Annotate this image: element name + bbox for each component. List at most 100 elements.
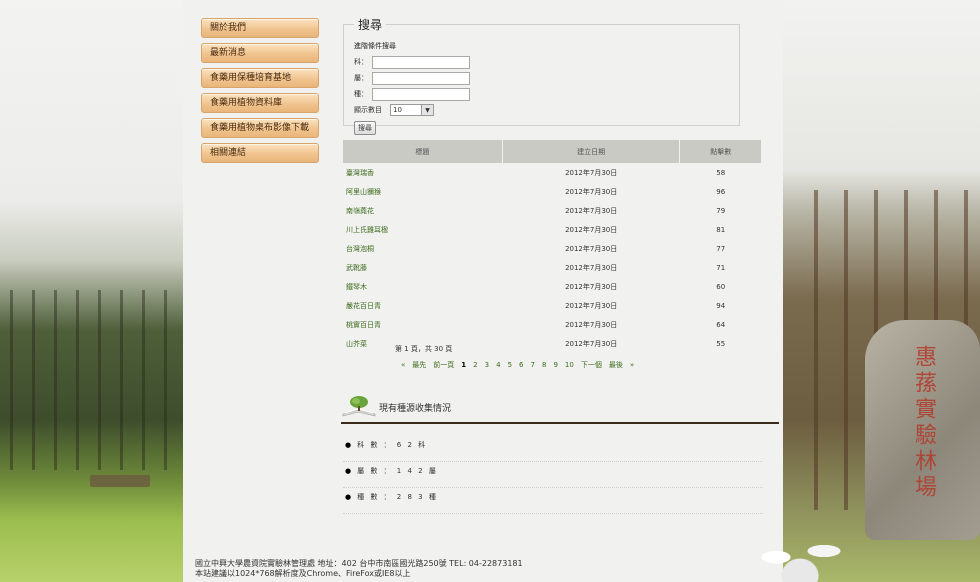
pager-page-8[interactable]: 8 — [542, 361, 546, 369]
pager-page-9[interactable]: 9 — [553, 361, 557, 369]
collection-species-count: 種 數 ： 2 8 3 種 — [357, 493, 438, 501]
row-title-link[interactable]: 鐵琴木 — [344, 283, 367, 291]
row-hits: 96 — [716, 187, 726, 196]
genus-row: 屬： — [354, 70, 729, 86]
book-tree-icon — [342, 396, 376, 417]
pager-page-4[interactable]: 4 — [496, 361, 500, 369]
bullet-icon: ● — [345, 493, 354, 501]
background-flowers — [740, 520, 860, 582]
row-date: 2012年7月30日 — [565, 301, 618, 310]
pager-page-10[interactable]: 10 — [565, 361, 574, 369]
sidebar-item-breeding-base[interactable]: 食藥用保種培育基地 — [201, 68, 319, 88]
row-hits: 94 — [716, 301, 726, 310]
pager-info: 第 1 頁，共 30 頁 — [395, 345, 453, 353]
count-select[interactable]: 10 ▼ — [390, 104, 434, 116]
row-date: 2012年7月30日 — [565, 244, 618, 253]
table-header-row: 標題 建立日期 點擊數 — [343, 140, 762, 163]
row-date: 2012年7月30日 — [565, 263, 618, 272]
advanced-search-title: 進階條件搜尋 — [354, 42, 396, 50]
table-row: 鐵琴木 2012年7月30日 60 — [343, 277, 762, 296]
count-row: 顯示數目 10 ▼ — [354, 102, 729, 118]
species-label: 種： — [354, 90, 368, 98]
column-header-date[interactable]: 建立日期 — [502, 140, 681, 163]
row-date: 2012年7月30日 — [565, 225, 618, 234]
pager-next[interactable]: 下一個 — [581, 360, 602, 370]
row-title-link[interactable]: 臺灣瑞香 — [344, 169, 374, 177]
sidebar-item-news[interactable]: 最新消息 — [201, 43, 319, 63]
footer-address: 國立中興大學農資院實驗林管理處 地址：402 台中市南區國光路250號 TEL:… — [195, 559, 523, 568]
genus-label: 屬： — [354, 74, 368, 82]
row-title-link[interactable]: 阿里山獼猴 — [344, 188, 381, 196]
pagination: « 最先 前一頁 1 2 3 4 5 6 7 8 9 10 下一個 最後 » — [401, 360, 634, 370]
row-date: 2012年7月30日 — [565, 206, 618, 215]
search-button[interactable]: 搜尋 — [354, 121, 376, 135]
results-table: 標題 建立日期 點擊數 臺灣瑞香 2012年7月30日 58 阿里山獼猴 2012年7… — [343, 140, 762, 353]
footer: 國立中興大學農資院實驗林管理處 地址：402 台中市南區國光路250號 TEL:… — [195, 559, 523, 579]
pager-page-7[interactable]: 7 — [531, 361, 535, 369]
pager-last[interactable]: 最後 — [609, 360, 623, 370]
background-bench — [90, 475, 150, 487]
list-item: ● 種 數 ： 2 8 3 種 — [343, 488, 763, 514]
content-column: 關於我們 最新消息 食藥用保種培育基地 食藥用植物資料庫 食藥用植物桌布影像下載… — [183, 0, 783, 582]
pager-page-5[interactable]: 5 — [508, 361, 512, 369]
pager-page-1: 1 — [461, 361, 467, 369]
table-row: 川上氏雞耳楹 2012年7月30日 81 — [343, 220, 762, 239]
table-row: 武靴藤 2012年7月30日 71 — [343, 258, 762, 277]
collection-header: 現有種源收集情況 — [341, 392, 779, 424]
row-hits: 81 — [716, 225, 726, 234]
row-date: 2012年7月30日 — [565, 282, 618, 291]
search-panel: 搜尋 進階條件搜尋 科： 屬： 種： 顯示數目 10 ▼ 搜尋 — [343, 16, 740, 135]
row-date: 2012年7月30日 — [565, 168, 618, 177]
list-item: ● 屬 數 ： 1 4 2 屬 — [343, 462, 763, 488]
row-hits: 64 — [716, 320, 726, 329]
row-hits: 71 — [716, 263, 726, 272]
footer-browser-note: 本站建議以1024*768解析度及Chrome、FireFox或IE8以上 — [195, 569, 411, 578]
row-hits: 58 — [716, 168, 726, 177]
species-input[interactable] — [372, 87, 470, 101]
table-row: 台灣泡桐 2012年7月30日 77 — [343, 239, 762, 258]
row-title-link[interactable]: 川上氏雞耳楹 — [344, 226, 388, 234]
sidebar-nav: 關於我們 最新消息 食藥用保種培育基地 食藥用植物資料庫 食藥用植物桌布影像下載… — [201, 18, 319, 168]
count-select-value: 10 — [393, 106, 402, 114]
column-header-title[interactable]: 標題 — [343, 140, 503, 163]
genus-input[interactable] — [372, 71, 470, 85]
sidebar-item-wallpaper-download[interactable]: 食藥用植物桌布影像下載 — [201, 118, 319, 138]
row-date: 2012年7月30日 — [565, 187, 618, 196]
collection-title: 現有種源收集情況 — [379, 404, 452, 414]
row-date: 2012年7月30日 — [565, 339, 618, 348]
background-trees-left — [0, 290, 183, 470]
row-title-link[interactable]: 武靴藤 — [344, 264, 367, 272]
collection-genus-count: 屬 數 ： 1 4 2 屬 — [357, 467, 438, 475]
bullet-icon: ● — [345, 441, 354, 449]
pager-page-6[interactable]: 6 — [519, 361, 523, 369]
pager-page-3[interactable]: 3 — [485, 361, 489, 369]
pager-first-arrow[interactable]: « — [401, 361, 405, 369]
family-input[interactable] — [372, 55, 470, 69]
collection-list: ● 科 數 ： 6 2 科 ● 屬 數 ： 1 4 2 屬 ● 種 數 ： 2 8 3… — [343, 436, 763, 514]
sidebar-item-links[interactable]: 相關連結 — [201, 143, 319, 163]
table-row: 臺灣瑞香 2012年7月30日 58 — [343, 163, 762, 182]
row-date: 2012年7月30日 — [565, 320, 618, 329]
list-item: ● 科 數 ： 6 2 科 — [343, 436, 763, 462]
main-content: 搜尋 進階條件搜尋 科： 屬： 種： 顯示數目 10 ▼ 搜尋 標題 建立日期 … — [341, 16, 779, 514]
row-title-link[interactable]: 台灣泡桐 — [344, 245, 374, 253]
rock-inscription: 惠蓀實驗林場 — [911, 345, 936, 501]
row-title-link[interactable]: 南嶺蕘花 — [344, 207, 374, 215]
row-title-link[interactable]: 山芥菜 — [344, 340, 367, 348]
row-hits: 60 — [716, 282, 726, 291]
row-title-link[interactable]: 嚴花百日青 — [344, 302, 381, 310]
table-row: 阿里山獼猴 2012年7月30日 96 — [343, 182, 762, 201]
chevron-down-icon: ▼ — [421, 105, 433, 115]
column-header-hits[interactable]: 點擊數 — [679, 140, 762, 163]
pager-first[interactable]: 最先 — [412, 360, 426, 370]
table-row: 南嶺蕘花 2012年7月30日 79 — [343, 201, 762, 220]
sidebar-item-about[interactable]: 關於我們 — [201, 18, 319, 38]
pager-last-arrow[interactable]: » — [630, 361, 634, 369]
sidebar-item-plant-database[interactable]: 食藥用植物資料庫 — [201, 93, 319, 113]
row-title-link[interactable]: 桃實百日青 — [344, 321, 381, 329]
pager-page-2[interactable]: 2 — [473, 361, 477, 369]
pager-prev[interactable]: 前一頁 — [433, 360, 454, 370]
collection-family-count: 科 數 ： 6 2 科 — [357, 441, 428, 449]
species-row: 種： — [354, 86, 729, 102]
row-hits: 55 — [716, 339, 726, 348]
